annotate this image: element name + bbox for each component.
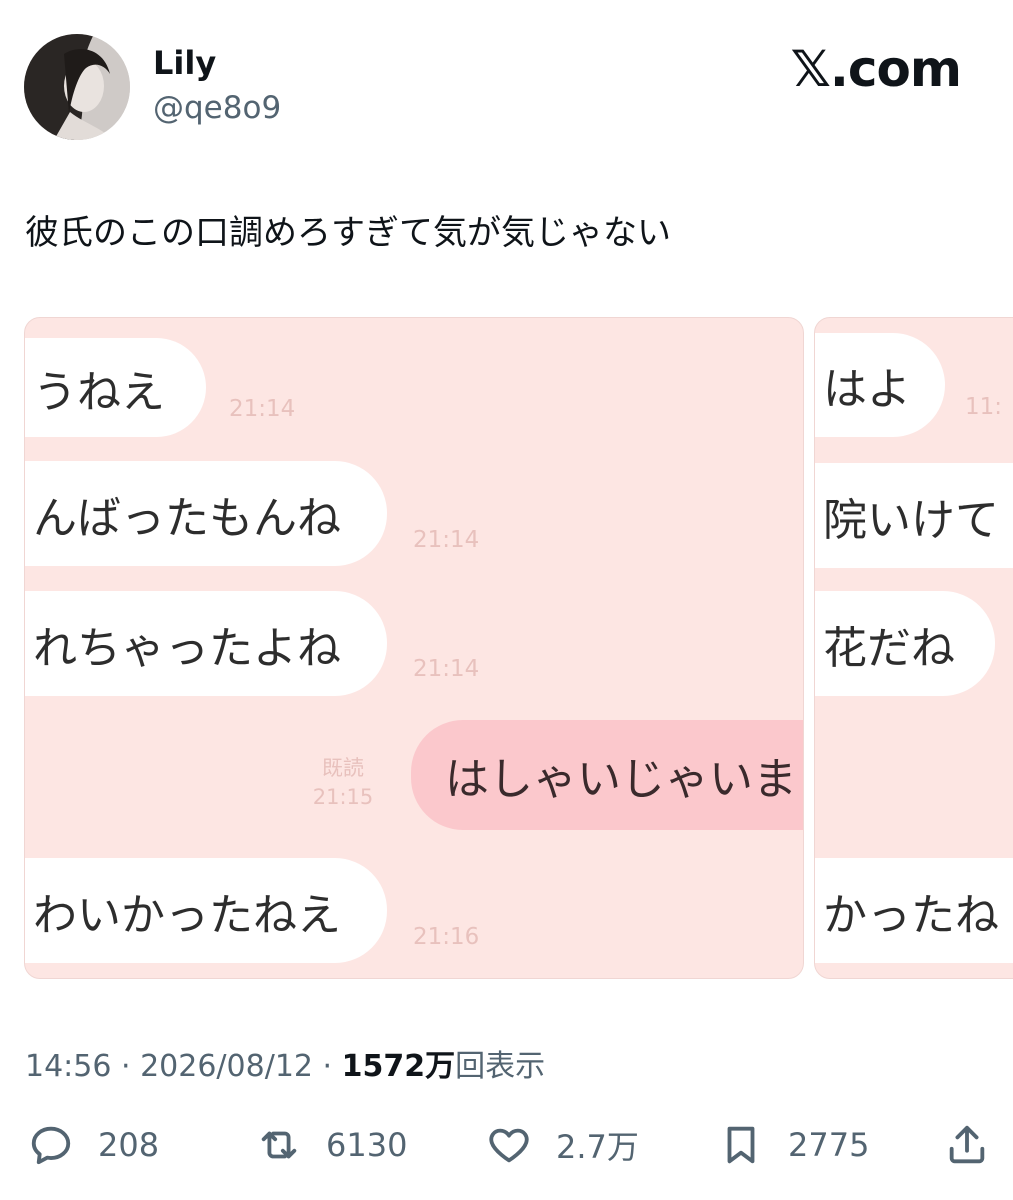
chat-bubble: かったね <box>815 858 1013 963</box>
avatar-image <box>24 34 130 140</box>
heart-icon <box>489 1128 529 1163</box>
view-count: 1572万 <box>341 1049 456 1084</box>
chat-bubble: うねえ <box>25 338 206 437</box>
reply-count: 208 <box>98 1126 160 1164</box>
chat-bubble: はよ <box>815 333 945 437</box>
view-label: 回表示 <box>455 1049 546 1084</box>
chat-timestamp: 21:15 <box>312 785 374 809</box>
tweet-meta: 14:56 · 2026/08/12 · 1572万回表示 <box>25 1041 545 1085</box>
chat-timestamp: 11: <box>965 394 1003 420</box>
bookmark-icon <box>727 1126 755 1164</box>
chat-bubble: 花だね <box>815 591 995 696</box>
read-label: 既読 <box>322 756 364 780</box>
tweet-text: 彼氏のこの口調めろすぎて気が気じゃない <box>25 213 671 253</box>
share-button[interactable] <box>944 1115 990 1175</box>
author-handle[interactable]: @qe8o9 <box>153 90 281 126</box>
chat-bubble: んばったもんね <box>25 461 387 566</box>
repost-count: 6130 <box>326 1126 408 1164</box>
chat-timestamp: 21:14 <box>413 656 480 682</box>
action-bar: 208 6130 2.7万 2775 <box>0 1115 1013 1175</box>
author-name[interactable]: Lily <box>153 44 216 82</box>
repost-icon <box>261 1131 297 1159</box>
reply-button[interactable]: 208 <box>28 1115 159 1175</box>
bookmark-button[interactable]: 2775 <box>718 1115 869 1175</box>
read-receipt: 既読 21:15 <box>303 754 383 812</box>
tweet-image-1[interactable]: うねえ 21:14 んばったもんね 21:14 れちゃったよね 21:14 既読… <box>24 317 804 979</box>
tweet-image-2[interactable]: はよ 11: 院いけて 花だね かったね <box>814 317 1013 979</box>
chat-bubble: わいかったねえ <box>25 858 387 963</box>
meta-separator: · <box>111 1049 141 1084</box>
tweet-date[interactable]: 2026/08/12 <box>140 1049 313 1084</box>
chat-timestamp: 21:14 <box>413 527 480 553</box>
chat-timestamp: 21:16 <box>413 924 480 950</box>
bookmark-count: 2775 <box>788 1126 870 1164</box>
meta-separator: · <box>313 1049 342 1084</box>
chat-bubble-sent: はしゃいじゃいま <box>411 720 803 830</box>
chat-bubble: 院いけて <box>815 463 1013 568</box>
like-button[interactable]: 2.7万 <box>486 1115 639 1175</box>
tweet-time[interactable]: 14:56 <box>25 1049 111 1084</box>
like-count: 2.7万 <box>556 1128 639 1166</box>
avatar[interactable] <box>24 34 130 140</box>
reply-icon <box>31 1126 71 1165</box>
repost-button[interactable]: 6130 <box>256 1115 407 1175</box>
chat-bubble: れちゃったよね <box>25 591 387 696</box>
x-logo-text: 𝕏.com <box>790 40 962 98</box>
chat-timestamp: 21:14 <box>229 396 296 422</box>
share-icon <box>949 1125 985 1164</box>
